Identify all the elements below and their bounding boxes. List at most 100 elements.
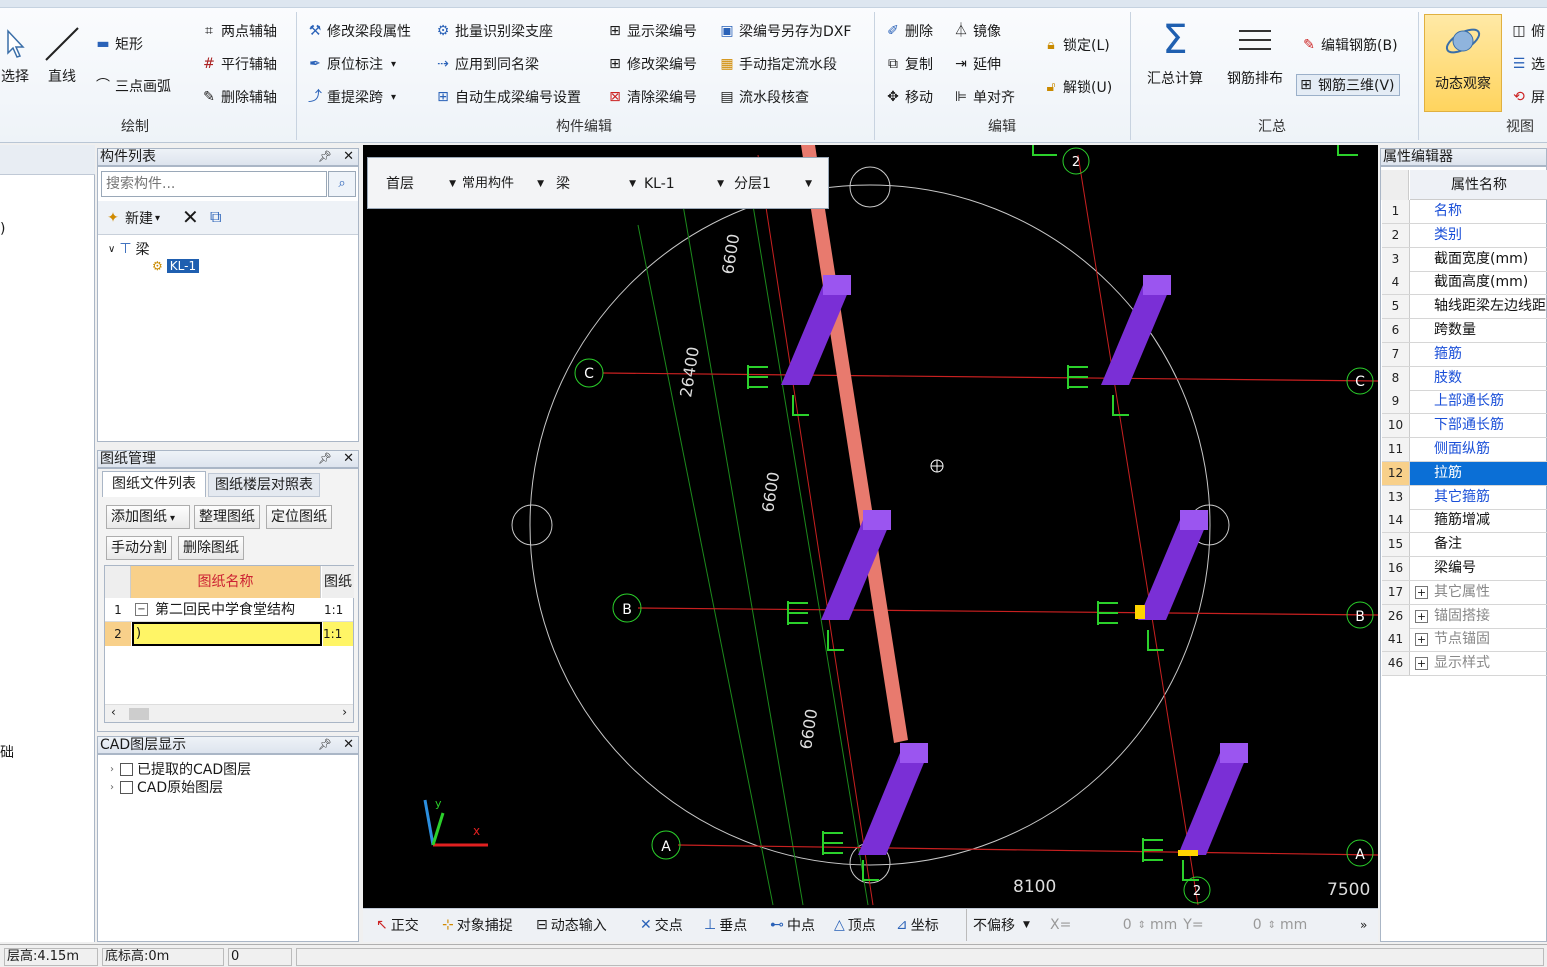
drawing-canvas[interactable]: x y C B A C B A 2 2 6600 26400 6600 6600…: [363, 145, 1378, 908]
tree-node-beam[interactable]: ∨ ⊤ 梁: [108, 239, 150, 259]
apply-same-button[interactable]: ⇢ 应用到同名梁: [434, 53, 539, 75]
checkbox[interactable]: [120, 762, 133, 776]
column[interactable]: [1101, 275, 1171, 385]
ortho-toggle[interactable]: ↖ 正交: [376, 909, 419, 941]
close-icon[interactable]: ✕: [343, 149, 354, 165]
delete-axis-button[interactable]: ✎ 删除辅轴: [200, 86, 277, 108]
rect-button[interactable]: ▬ 矩形: [94, 33, 143, 55]
component-select[interactable]: 梁 ▼: [550, 172, 638, 196]
collapse-icon[interactable]: −: [135, 603, 148, 616]
select-button[interactable]: 选择: [0, 22, 30, 86]
re-span-button[interactable]: ⤴ 重提梁跨 ▾: [306, 86, 396, 108]
parallel-axis-button[interactable]: # 平行辅轴: [200, 53, 277, 75]
clear-num-button[interactable]: ⊠ 清除梁编号: [606, 86, 697, 108]
batch-identify-button[interactable]: ⚙ 批量识别梁支座: [434, 20, 553, 42]
lock-button[interactable]: 🔒︎ 锁定(L): [1042, 34, 1109, 56]
prop-row[interactable]: 13 其它箍筋: [1382, 485, 1547, 510]
line-button[interactable]: 直线: [40, 22, 84, 86]
table-row[interactable]: 1 − 第二回民中学食堂结构 1:1: [105, 598, 353, 622]
save-dxf-button[interactable]: ▣ 梁编号另存为DXF: [718, 20, 851, 42]
auto-num-button[interactable]: ⊞ 自动生成梁编号设置: [434, 86, 581, 108]
checkbox[interactable]: [120, 780, 133, 794]
beam-kl1[interactable]: [801, 145, 908, 743]
layout-button[interactable]: 钢筋排布: [1220, 18, 1290, 88]
pin-icon[interactable]: 📌︎: [318, 149, 332, 165]
column[interactable]: [1178, 743, 1248, 855]
new-button[interactable]: ✦ 新建 ▾: [104, 207, 160, 229]
search-icon[interactable]: ⌕: [328, 171, 356, 197]
prop-row[interactable]: 7 箍筋: [1382, 342, 1547, 367]
chevron-left-icon[interactable]: ‹: [111, 705, 116, 719]
prop-row[interactable]: 26 + 锚固搭接: [1382, 604, 1547, 629]
prop-row[interactable]: 4 截面高度(mm): [1382, 271, 1547, 296]
select-view-button[interactable]: ☰ 选: [1510, 53, 1545, 75]
intersect-snap[interactable]: ✕ 交点: [640, 909, 683, 941]
object-snap-toggle[interactable]: ⊹ 对象捕捉: [442, 909, 513, 941]
prop-row[interactable]: 14 箍筋增减: [1382, 509, 1547, 534]
overflow-chevron-icon[interactable]: »: [1360, 909, 1367, 941]
expand-icon[interactable]: +: [1415, 585, 1428, 599]
type-select[interactable]: 常用构件 ▼: [460, 172, 546, 196]
prop-row[interactable]: 46 + 显示样式: [1382, 652, 1547, 677]
layer-select[interactable]: 分层1 ▼: [728, 172, 814, 196]
tree-node-kl1[interactable]: ⚙ KL-1: [152, 259, 200, 273]
table-row[interactable]: 2 ) 1:1: [105, 622, 353, 646]
modify-num-button[interactable]: ⊞ 修改梁编号: [606, 53, 697, 75]
prop-row[interactable]: 2 类别: [1382, 223, 1547, 248]
arc-button[interactable]: ⌒ 三点画弧: [94, 75, 171, 97]
expand-icon[interactable]: +: [1415, 633, 1428, 647]
drawing-name-edit[interactable]: ): [132, 622, 322, 646]
column[interactable]: [1138, 510, 1208, 620]
layer-item-extracted[interactable]: › 已提取的CAD图层: [110, 759, 251, 779]
prop-row[interactable]: 1 名称: [1382, 200, 1547, 224]
vertex-snap[interactable]: △ 顶点: [834, 909, 876, 941]
layer-item-original[interactable]: › CAD原始图层: [110, 777, 223, 797]
close-icon[interactable]: ✕: [343, 451, 354, 467]
prop-row[interactable]: 3 截面宽度(mm): [1382, 247, 1547, 272]
prop-row[interactable]: 41 + 节点锚固: [1382, 628, 1547, 653]
mirror-button[interactable]: ⏃ 镜像: [952, 20, 1001, 42]
name-select[interactable]: KL-1 ▼: [640, 172, 726, 196]
coord-snap[interactable]: ⊿ 坐标: [896, 909, 939, 941]
locate-drawing-button[interactable]: 定位图纸: [266, 505, 332, 529]
floor-select[interactable]: 首层 ▼: [380, 172, 458, 196]
perpendicular-snap[interactable]: ⊥ 垂点: [704, 909, 747, 941]
orig-note-button[interactable]: ✒ 原位标注 ▾: [306, 53, 396, 75]
prop-row[interactable]: 6 跨数量: [1382, 319, 1547, 343]
prop-row[interactable]: 16 梁编号: [1382, 557, 1547, 581]
top-view-button[interactable]: ◫ 俯: [1510, 20, 1545, 42]
chevron-right-icon[interactable]: ›: [342, 705, 347, 719]
prop-row[interactable]: 5 轴线距梁左边线距: [1382, 295, 1547, 320]
rebar3d-button[interactable]: ⊞ 钢筋三维(V): [1296, 74, 1400, 96]
copy-button[interactable]: ⧉ 复制: [884, 53, 933, 75]
comp-search-input[interactable]: [101, 171, 327, 197]
manual-flow-button[interactable]: ▦ 手动指定流水段: [718, 53, 837, 75]
expand-icon[interactable]: +: [1415, 657, 1428, 671]
prop-row[interactable]: 12 拉筋: [1382, 461, 1547, 486]
tab-floor-map[interactable]: 图纸楼层对照表: [208, 473, 320, 497]
prop-row[interactable]: 11 侧面纵筋: [1382, 438, 1547, 462]
delete-drawing-button[interactable]: 删除图纸: [178, 536, 244, 560]
move-button[interactable]: ✥ 移动: [884, 86, 933, 108]
column[interactable]: [858, 743, 928, 855]
tab-file-list[interactable]: 图纸文件列表: [102, 471, 206, 497]
dynamic-view-button[interactable]: 动态观察: [1424, 14, 1502, 112]
scroll-thumb[interactable]: [129, 708, 149, 720]
pin-icon[interactable]: 📌︎: [318, 451, 332, 467]
orbit-handle-left[interactable]: [511, 504, 553, 546]
delete-icon[interactable]: ✕: [182, 205, 199, 229]
cad-view[interactable]: x y C B A C B A 2 2 6600 26400 6600 6600…: [363, 145, 1378, 908]
calc-button[interactable]: Σ 汇总计算: [1140, 17, 1210, 88]
flow-check-button[interactable]: ▤ 流水段核查: [718, 86, 809, 108]
organize-drawing-button[interactable]: 整理图纸: [194, 505, 260, 529]
unlock-button[interactable]: 🔓︎ 解锁(U): [1042, 76, 1112, 98]
expand-icon[interactable]: +: [1415, 609, 1428, 623]
dynamic-input-toggle[interactable]: ⊟ 动态输入: [536, 909, 607, 941]
spinner-icon[interactable]: ⇕: [1268, 920, 1276, 931]
prop-row[interactable]: 15 备注: [1382, 533, 1547, 558]
close-icon[interactable]: ✕: [343, 737, 354, 753]
align-button[interactable]: ⊫ 单对齐: [952, 86, 1015, 108]
offset-select[interactable]: 不偏移 ▼: [966, 909, 1042, 941]
prop-row[interactable]: 17 + 其它属性: [1382, 580, 1547, 605]
orbit-handle-top[interactable]: [849, 166, 891, 208]
